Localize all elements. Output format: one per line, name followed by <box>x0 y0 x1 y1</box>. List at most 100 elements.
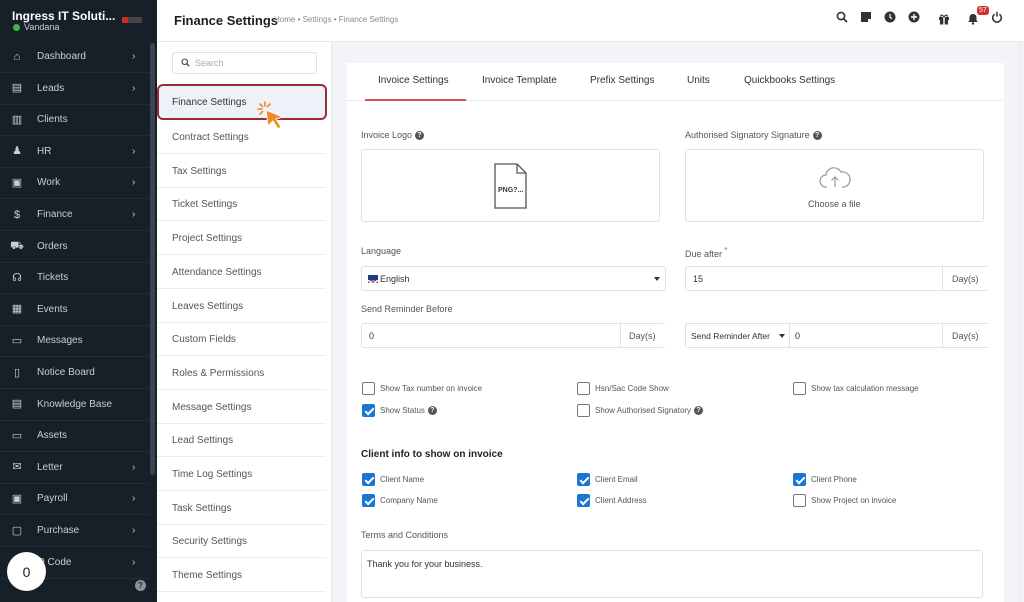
chevron-right-icon: › <box>132 556 136 568</box>
settings-item-leaves-settings[interactable]: Leaves Settings <box>157 290 326 323</box>
checkbox-label[interactable]: Client Email <box>595 475 638 484</box>
sidebar-item-leads[interactable]: ▤ Leads › <box>0 73 150 104</box>
checkbox-client-address[interactable] <box>577 494 590 507</box>
tab-quickbooks-settings[interactable]: Quickbooks Settings <box>744 75 835 86</box>
checkbox-label[interactable]: Show tax calculation message <box>811 384 919 393</box>
sidebar-item-work[interactable]: ▣ Work › <box>0 167 150 198</box>
checkbox-show-tax-calculation-message[interactable] <box>793 382 806 395</box>
sidebar-item-knowledge-base[interactable]: ▤ Knowledge Base <box>0 389 150 420</box>
settings-item-label: Attendance Settings <box>172 266 262 278</box>
sidebar-item-hr[interactable]: ♟ HR › <box>0 136 150 167</box>
checkbox-show-status[interactable] <box>362 404 375 417</box>
help-icon[interactable]: ? <box>415 131 425 141</box>
checkbox-label[interactable]: Show Status? <box>380 406 437 416</box>
language-select[interactable]: English <box>361 266 666 291</box>
help-icon[interactable]: ? <box>135 580 146 591</box>
sidebar-item-orders[interactable]: ⛟ Orders <box>0 231 150 262</box>
help-icon[interactable]: ? <box>812 131 822 141</box>
help-icon[interactable]: ? <box>427 406 437 416</box>
clock-icon[interactable] <box>883 10 897 24</box>
language-flag-icon[interactable] <box>122 17 142 23</box>
checkbox-hsn-sac-code-show[interactable] <box>577 382 590 395</box>
add-circle-icon[interactable] <box>907 10 921 24</box>
chevron-right-icon: › <box>132 145 136 157</box>
sidebar-item-label: Letter <box>37 461 63 473</box>
settings-item-theme-settings[interactable]: Theme Settings <box>157 559 326 593</box>
signature-upload[interactable]: Choose a file <box>685 149 984 222</box>
sidebar-item-purchase[interactable]: ▢ Purchase › <box>0 515 150 546</box>
settings-item-ticket-settings[interactable]: Ticket Settings <box>157 188 326 222</box>
terms-textarea[interactable]: Thank you for your business. <box>361 550 983 598</box>
file-icon: PNG?... <box>494 163 527 209</box>
sidebar-scrollbar[interactable] <box>150 43 155 475</box>
settings-item-custom-fields[interactable]: Custom Fields <box>157 323 326 357</box>
checkbox-show-project-on-invoice[interactable] <box>793 494 806 507</box>
sidebar-item-messages[interactable]: ▭ Messages <box>0 325 150 356</box>
tab-units[interactable]: Units <box>687 75 710 86</box>
settings-item-security-settings[interactable]: Security Settings <box>157 525 326 559</box>
tab-prefix-settings[interactable]: Prefix Settings <box>590 75 654 86</box>
settings-item-message-settings[interactable]: Message Settings <box>157 391 326 424</box>
sidebar-item-clients[interactable]: ▥ Clients <box>0 104 150 135</box>
help-icon[interactable]: ? <box>694 406 704 416</box>
sidebar-item-label: Leads <box>37 82 65 94</box>
sidebar-item-dashboard[interactable]: ⌂ Dashboard › <box>0 41 150 72</box>
settings-item-attendance-settings[interactable]: Attendance Settings <box>157 256 326 289</box>
checkbox-show-authorised-signatory[interactable] <box>577 404 590 417</box>
sidebar-item-notice-board[interactable]: ▯ Notice Board <box>0 357 150 388</box>
chevron-right-icon: › <box>132 82 136 94</box>
days-addon: Day(s) <box>942 324 989 347</box>
checkbox-label[interactable]: Client Address <box>595 496 647 505</box>
checkbox-client-name[interactable] <box>362 473 375 486</box>
checkbox-show-tax-number-on-invoice[interactable] <box>362 382 375 395</box>
settings-item-lead-settings[interactable]: Lead Settings <box>157 424 326 458</box>
settings-item-task-settings[interactable]: Task Settings <box>157 492 326 525</box>
checkbox-label[interactable]: Client Name <box>380 475 424 484</box>
checkbox-client-phone[interactable] <box>793 473 806 486</box>
settings-item-roles-permissions[interactable]: Roles & Permissions <box>157 357 326 390</box>
gift-icon[interactable] <box>937 12 951 26</box>
checkbox-company-name[interactable] <box>362 494 375 507</box>
sidebar-item-payroll[interactable]: ▣ Payroll › <box>0 483 150 514</box>
checkbox-label[interactable]: Show Project on invoice <box>811 496 896 505</box>
pointer-cursor-icon <box>256 100 288 132</box>
checkbox-label[interactable]: Show Authorised Signatory? <box>595 406 704 416</box>
due-after-value: 15 <box>693 274 704 284</box>
settings-item-label: Theme Settings <box>172 570 243 582</box>
invoice-logo-upload[interactable]: PNG?... <box>361 149 660 222</box>
checkbox-client-email[interactable] <box>577 473 590 486</box>
tab-invoice-settings[interactable]: Invoice Settings <box>378 75 449 86</box>
company-name[interactable]: Ingress IT Soluti... <box>12 9 115 23</box>
page-scrollbar[interactable] <box>1017 42 1022 602</box>
send-reminder-after-value[interactable]: 0 <box>795 331 800 341</box>
breadcrumb[interactable]: Home • Settings • Finance Settings <box>274 15 398 24</box>
checkbox-label[interactable]: Client Phone <box>811 475 857 484</box>
sidebar-item-letter[interactable]: ✉ Letter › <box>0 452 150 483</box>
settings-item-label: Custom Fields <box>172 334 236 346</box>
monitor-icon: ▭ <box>11 429 23 442</box>
settings-search-input[interactable] <box>195 55 313 71</box>
settings-item-tax-settings[interactable]: Tax Settings <box>157 155 326 188</box>
due-after-input[interactable]: 15 Day(s) <box>685 266 989 291</box>
sidebar-item-assets[interactable]: ▭ Assets <box>0 420 150 451</box>
tab-invoice-template[interactable]: Invoice Template <box>482 75 557 86</box>
settings-menu-panel: Finance Settings Contract Settings Tax Se… <box>157 42 488 602</box>
sidebar-item-finance[interactable]: $ Finance › <box>0 199 150 230</box>
settings-item-contract-settings[interactable]: Contract Settings <box>157 121 326 154</box>
power-icon[interactable] <box>990 10 1004 24</box>
checkbox-label[interactable]: Show Tax number on invoice <box>380 384 482 393</box>
chevron-right-icon: › <box>132 177 136 189</box>
bottom-count-badge[interactable]: 0 <box>7 552 46 591</box>
sticky-note-icon[interactable] <box>859 10 873 24</box>
checkbox-label[interactable]: Company Name <box>380 496 438 505</box>
send-reminder-after-select[interactable]: Send Reminder After <box>686 324 790 347</box>
send-reminder-before-input[interactable]: 0 Day(s) <box>361 323 666 348</box>
checkbox-label[interactable]: Hsn/Sac Code Show <box>595 384 669 393</box>
settings-item-finance[interactable]: Finance Settings <box>157 84 327 120</box>
settings-item-time-log-settings[interactable]: Time Log Settings <box>157 458 326 491</box>
user-name[interactable]: Vandana <box>24 22 59 32</box>
sidebar-item-events[interactable]: ▦ Events <box>0 294 150 325</box>
settings-item-project-settings[interactable]: Project Settings <box>157 222 326 256</box>
search-icon[interactable] <box>835 10 849 24</box>
sidebar-item-tickets[interactable]: ☊ Tickets <box>0 262 150 293</box>
